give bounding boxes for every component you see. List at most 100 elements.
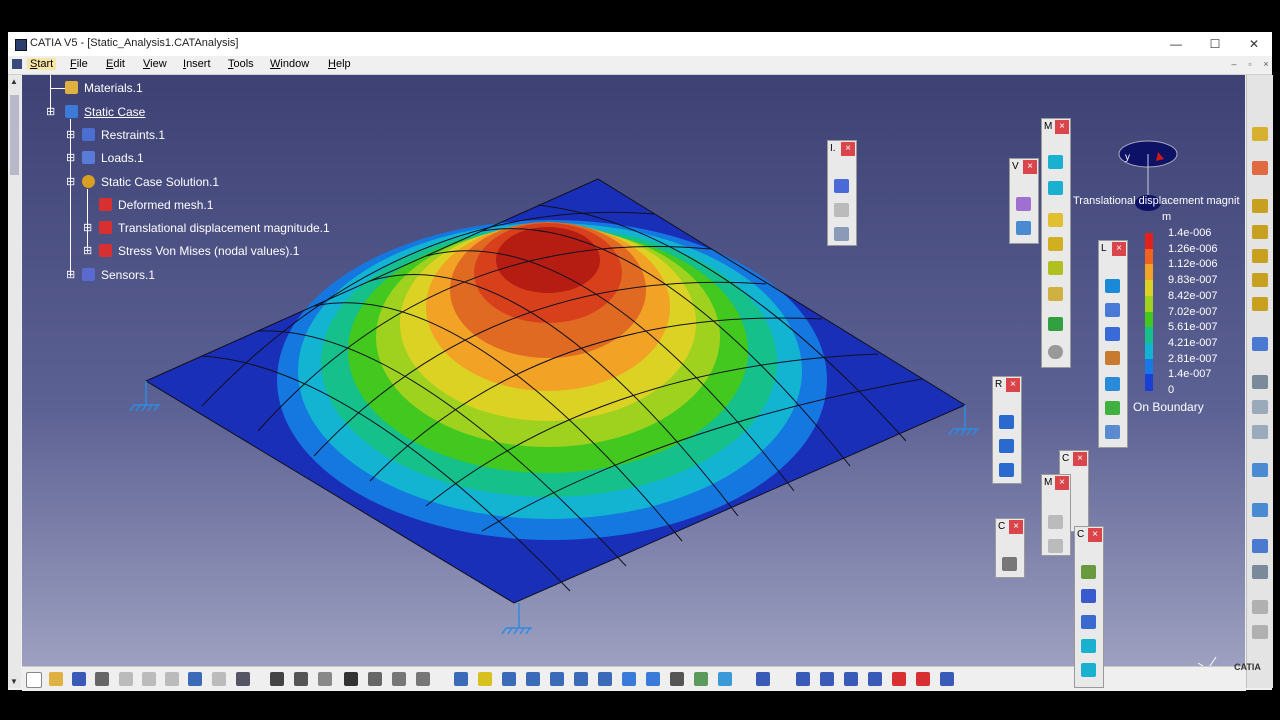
doc-restore-button[interactable]: ▫ [1243,58,1257,71]
palette-close-button[interactable]: × [1023,160,1037,174]
tool-icon[interactable] [834,203,849,217]
fit-all-icon[interactable] [478,672,492,686]
tree-item-sensors[interactable]: Sensors.1 [101,268,155,282]
open-folder-icon[interactable] [49,672,63,686]
palette-close-button[interactable]: × [1073,452,1087,466]
palette-close-button[interactable]: × [1006,378,1020,392]
tool-icon[interactable] [1081,615,1096,629]
expand-icon[interactable]: ⊞ [83,223,92,234]
cut-icon[interactable] [119,672,133,686]
expand-icon[interactable]: ⊞ [66,270,75,281]
tool-icon[interactable] [1105,425,1120,439]
menu-insert[interactable]: Insert [183,58,211,70]
print-icon[interactable] [95,672,109,686]
normal-view-icon[interactable] [598,672,612,686]
menu-file[interactable]: File [70,58,88,70]
tool-icon[interactable] [1048,181,1063,195]
zoom-in-icon[interactable] [550,672,564,686]
tool-icon[interactable] [1252,375,1268,389]
doc-close-button[interactable]: × [1259,58,1273,71]
menu-view[interactable]: View [143,58,167,70]
tool-icon[interactable] [1252,625,1268,639]
palette-close-button[interactable]: × [1088,528,1102,542]
palette-close-button[interactable]: × [1112,242,1126,256]
tool-icon[interactable] [1048,287,1063,301]
collapse-icon[interactable]: ⊟ [66,177,75,188]
tool-icon[interactable] [368,672,382,686]
tool-icon[interactable] [1252,297,1268,311]
tool-icon[interactable] [1252,425,1268,439]
help-icon[interactable] [670,672,684,686]
redo-icon[interactable] [212,672,226,686]
tool-icon[interactable] [1252,273,1268,287]
formula-icon[interactable] [270,672,284,686]
fly-icon[interactable] [454,672,468,686]
paste-icon[interactable] [165,672,179,686]
tool-icon[interactable] [1048,345,1063,359]
tool-icon[interactable] [1105,303,1120,317]
tool-icon[interactable] [1016,197,1031,211]
tool-icon[interactable] [1048,317,1063,331]
render-style-icon[interactable] [646,672,660,686]
save-icon[interactable] [72,672,86,686]
copy-icon[interactable] [142,672,156,686]
tool-icon[interactable] [834,227,849,241]
tool-icon[interactable] [1048,539,1063,553]
expand-icon[interactable]: ⊞ [83,246,92,257]
tool-icon[interactable] [796,672,810,686]
tool-icon[interactable] [718,672,732,686]
tool-icon[interactable] [820,672,834,686]
expand-icon[interactable]: ⊞ [66,130,75,141]
whats-this-icon[interactable] [236,672,250,686]
tool-icon[interactable] [999,463,1014,477]
menu-tools[interactable]: Tools [228,58,254,70]
tool-icon[interactable] [1105,377,1120,391]
close-button[interactable]: ✕ [1240,35,1268,53]
tool-icon[interactable] [1252,565,1268,579]
tree-item-stress[interactable]: Stress Von Mises (nodal values).1 [118,244,299,258]
scroll-down-icon[interactable]: ▼ [10,677,18,686]
tree-item-materials[interactable]: Materials.1 [84,81,143,95]
views-icon[interactable] [622,672,636,686]
palette-close-button[interactable]: × [1009,520,1023,534]
document-icon[interactable] [12,59,22,69]
menu-edit[interactable]: Edit [106,58,125,70]
tool-icon[interactable] [1081,589,1096,603]
tool-icon[interactable] [892,672,906,686]
tool-icon[interactable] [1048,237,1063,251]
tool-icon[interactable] [1048,261,1063,275]
tree-item-loads[interactable]: Loads.1 [101,151,144,165]
tool-icon[interactable] [1252,400,1268,414]
scroll-up-icon[interactable]: ▲ [10,77,18,86]
tree-item-deformed-mesh[interactable]: Deformed mesh.1 [118,198,213,212]
tree-item-static-case[interactable]: Static Case [84,105,145,119]
tool-icon[interactable] [1105,327,1120,341]
menu-start[interactable]: Start [27,58,57,70]
tool-icon[interactable] [1252,463,1268,477]
tool-icon[interactable] [834,179,849,193]
tree-item-solution[interactable]: Static Case Solution.1 [101,175,219,189]
tool-icon[interactable] [1252,225,1268,239]
tool-icon[interactable] [868,672,882,686]
maximize-button[interactable]: ☐ [1201,35,1229,53]
tool-icon[interactable] [392,672,406,686]
tool-icon[interactable] [318,672,332,686]
rotate-icon[interactable] [526,672,540,686]
tool-icon[interactable] [999,439,1014,453]
pan-icon[interactable] [502,672,516,686]
tool-icon[interactable] [1002,557,1017,571]
tool-icon[interactable] [1081,663,1096,677]
menu-window[interactable]: Window [270,58,309,70]
tool-icon[interactable] [844,672,858,686]
tool-icon[interactable] [1252,127,1268,141]
doc-minimize-button[interactable]: – [1227,58,1241,71]
undo-icon[interactable] [188,672,202,686]
tool-icon[interactable] [1105,279,1120,293]
expand-icon[interactable]: ⊞ [66,153,75,164]
tool-icon[interactable] [1252,539,1268,553]
palette-close-button[interactable]: × [1055,476,1069,490]
tool-icon[interactable] [999,415,1014,429]
tree-item-restraints[interactable]: Restraints.1 [101,128,165,142]
tool-icon[interactable] [1081,639,1096,653]
tool-icon[interactable] [940,672,954,686]
